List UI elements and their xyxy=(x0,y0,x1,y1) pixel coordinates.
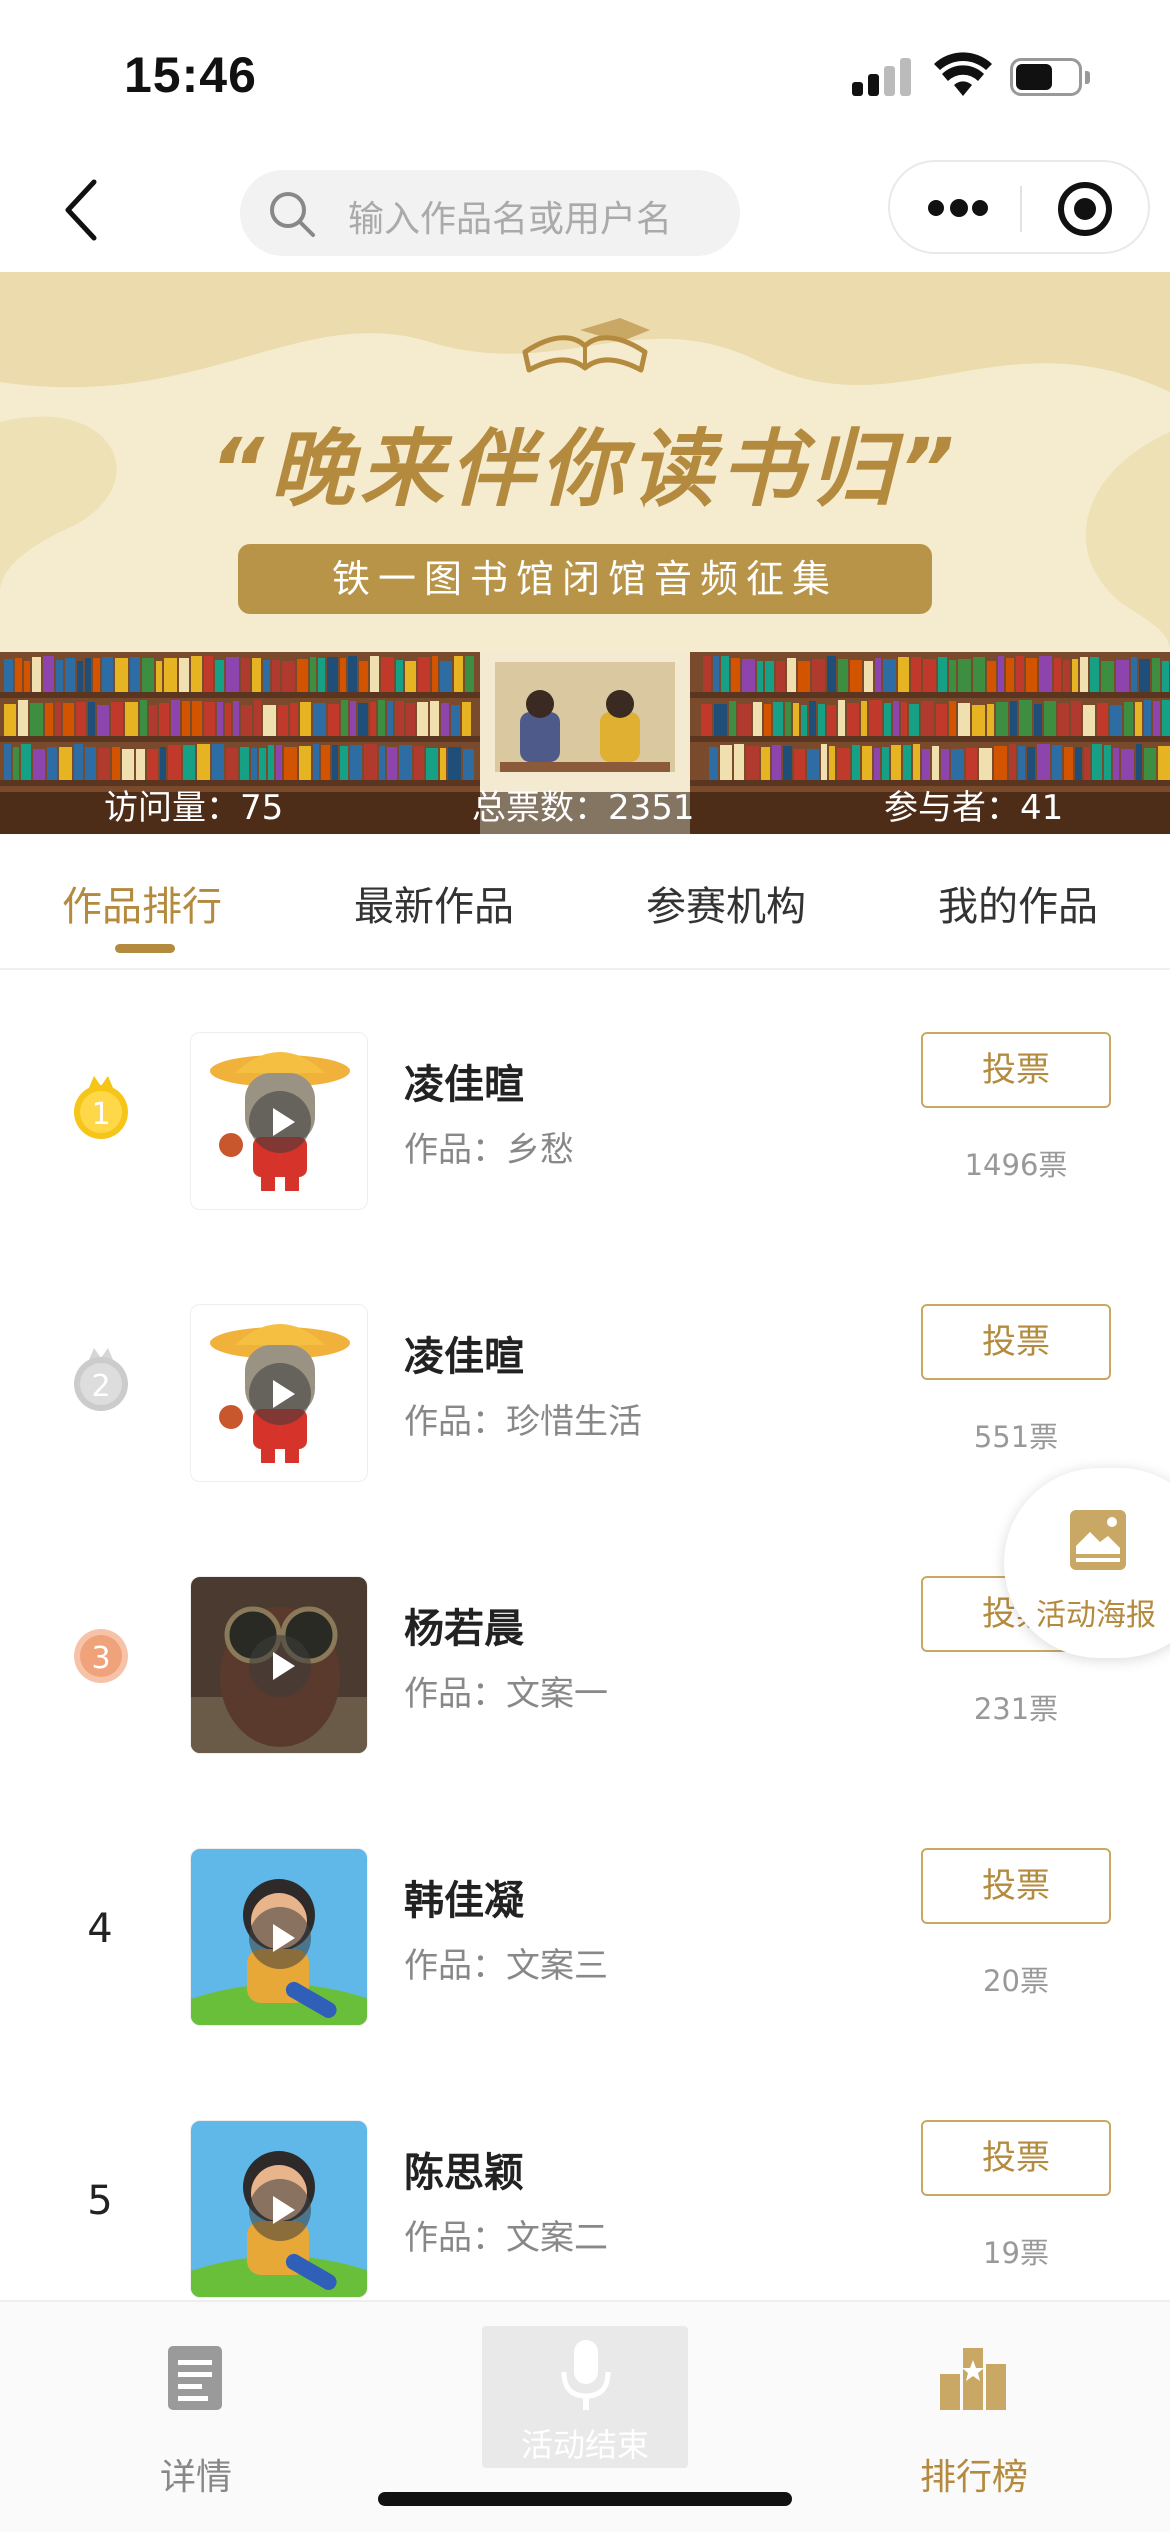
work-title: 作品：文案二 xyxy=(404,2218,608,2258)
record-label: 活动结束 xyxy=(520,2426,649,2464)
vote-count: 551票 xyxy=(973,1420,1059,1454)
vote-count: 1496票 xyxy=(964,1148,1068,1182)
bronze-medal-icon: 3 xyxy=(74,1629,128,1683)
search-placeholder: 输入作品名或用户名 xyxy=(348,199,673,240)
record-button[interactable]: 活动结束 xyxy=(482,2326,688,2468)
play-icon[interactable] xyxy=(249,1907,311,1969)
play-icon[interactable] xyxy=(249,1635,311,1697)
status-time: 15:46 xyxy=(124,47,257,103)
battery-icon xyxy=(1010,58,1090,96)
vote-count: 20票 xyxy=(983,1964,1049,1998)
search-input[interactable]: 输入作品名或用户名 xyxy=(240,170,740,256)
capsule-divider xyxy=(1020,186,1022,232)
document-icon xyxy=(168,2346,222,2410)
work-thumbnail[interactable] xyxy=(190,1576,368,1754)
close-mini-program-icon[interactable] xyxy=(1058,182,1112,236)
nav-bar: 输入作品名或用户名 xyxy=(0,150,1170,272)
active-tab-indicator xyxy=(115,944,175,953)
back-arrow-icon[interactable] xyxy=(60,176,110,244)
poster-label: 活动海报 xyxy=(1036,1598,1156,1633)
author-name: 陈思颖 xyxy=(404,2150,524,2196)
tab-latest[interactable]: 最新作品 xyxy=(354,874,514,932)
author-name: 韩佳凝 xyxy=(404,1878,524,1924)
silver-medal-icon: 2 xyxy=(74,1348,128,1411)
status-bar: 15:46 xyxy=(0,0,1170,150)
author-name: 杨若晨 xyxy=(404,1606,524,1652)
rank-label: 2 xyxy=(91,1369,110,1404)
work-title: 作品：文案三 xyxy=(404,1946,608,1986)
participant-count: 参与者：41 xyxy=(884,788,1064,828)
play-icon[interactable] xyxy=(249,1091,311,1153)
list-item[interactable]: 2 凌佳暄 作品：珍惜生活 投票 551票 xyxy=(0,1244,1170,1516)
visit-count: 访问量：75 xyxy=(104,788,284,828)
home-indicator[interactable] xyxy=(378,2492,792,2506)
play-icon[interactable] xyxy=(249,1363,311,1425)
vote-button[interactable]: 投票 xyxy=(921,1032,1111,1108)
total-vote-count: 总票数：2351 xyxy=(472,788,695,828)
author-name: 凌佳暄 xyxy=(404,1062,524,1108)
gold-medal-icon: 1 xyxy=(74,1076,128,1139)
poster-image-icon xyxy=(1070,1510,1126,1570)
work-thumbnail[interactable] xyxy=(190,2120,368,2298)
author-name: 凌佳暄 xyxy=(404,1334,524,1380)
activity-stats: 访问量：75 总票数：2351 参与者：41 xyxy=(0,764,1170,834)
vote-button[interactable]: 投票 xyxy=(921,1304,1111,1380)
work-thumbnail[interactable] xyxy=(190,1032,368,1210)
play-icon[interactable] xyxy=(249,2179,311,2241)
tab-organizations[interactable]: 参赛机构 xyxy=(646,874,806,932)
banner-title: “晚来伴你读书归” xyxy=(209,420,961,518)
ranking-tab[interactable]: 排行榜 xyxy=(874,2332,1074,2498)
list-item[interactable]: 4 韩佳凝 作品：文案三 投票 20票 xyxy=(0,1788,1170,2060)
more-options-icon[interactable] xyxy=(928,198,988,218)
wifi-icon xyxy=(934,52,992,96)
tab-ranking[interactable]: 作品排行 xyxy=(62,874,222,932)
tab-bar: 作品排行 最新作品 参赛机构 我的作品 xyxy=(0,834,1170,970)
vote-count: 231票 xyxy=(973,1692,1059,1726)
rank-label: 4 xyxy=(87,1906,113,1952)
rank-label: 3 xyxy=(91,1641,110,1676)
ranking-podium-icon xyxy=(940,2348,1006,2410)
list-item[interactable]: 5 陈思颖 作品：文案二 投票 19票 xyxy=(0,2060,1170,2332)
work-title: 作品：乡愁 xyxy=(404,1130,574,1170)
rank-label: 5 xyxy=(87,2178,113,2224)
work-thumbnail[interactable] xyxy=(190,1304,368,1482)
vote-button[interactable]: 投票 xyxy=(921,1848,1111,1924)
mini-program-capsule xyxy=(888,160,1150,254)
cellular-signal-icon xyxy=(852,56,914,96)
ranking-label: 排行榜 xyxy=(919,2457,1028,2498)
details-label: 详情 xyxy=(159,2457,232,2498)
open-book-icon xyxy=(522,335,648,373)
work-title: 作品：珍惜生活 xyxy=(404,1402,642,1442)
list-item[interactable]: 3 杨若晨 作品：文案一 投票 231票 xyxy=(0,1516,1170,1788)
list-item[interactable]: 1 凌佳暄 作品：乡愁 投票 1496票 xyxy=(0,972,1170,1244)
details-tab[interactable]: 详情 xyxy=(96,2332,296,2498)
work-thumbnail[interactable] xyxy=(190,1848,368,2026)
activity-banner: “晚来伴你读书归” 铁一图书馆闭馆音频征集 访问量：75 总票数：2351 参与… xyxy=(0,272,1170,834)
search-icon xyxy=(270,192,315,237)
work-title: 作品：文案一 xyxy=(404,1674,608,1714)
vote-button[interactable]: 投票 xyxy=(921,2120,1111,2196)
rank-label: 1 xyxy=(91,1097,110,1132)
vote-count: 19票 xyxy=(983,2236,1049,2270)
microphone-icon xyxy=(561,2340,611,2410)
tab-my-works[interactable]: 我的作品 xyxy=(938,874,1098,932)
banner-subtitle: 铁一图书馆闭馆音频征集 xyxy=(238,544,932,614)
